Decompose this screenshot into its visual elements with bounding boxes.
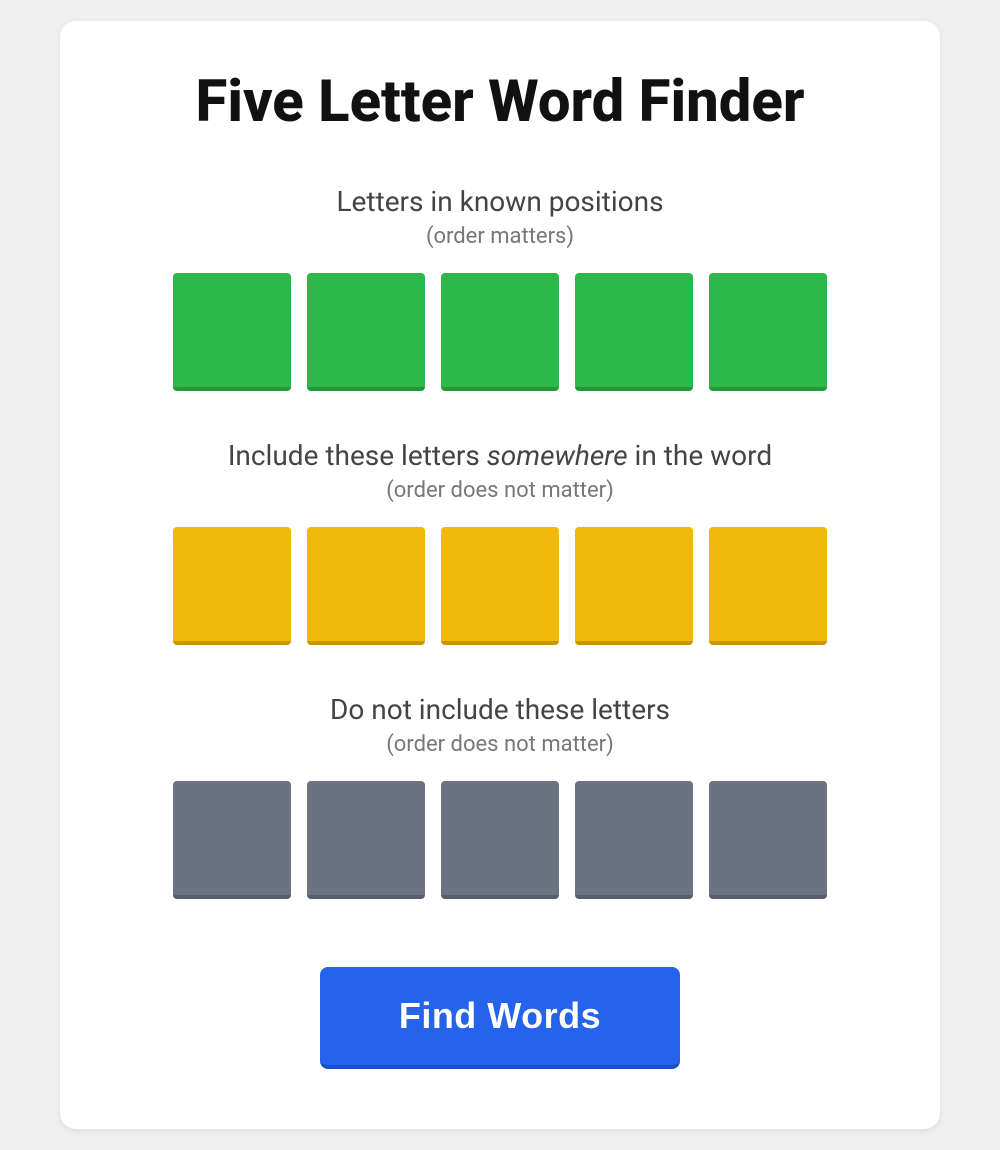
include-title-italic: somewhere (487, 439, 628, 472)
green-input-4[interactable] (575, 273, 693, 387)
gray-tile-1[interactable] (173, 781, 291, 899)
yellow-input-1[interactable] (173, 527, 291, 641)
main-card: Five Letter Word Finder Letters in known… (60, 21, 940, 1129)
gray-input-5[interactable] (709, 781, 827, 895)
green-tile-2[interactable] (307, 273, 425, 391)
known-positions-subtitle: (order matters) (426, 224, 574, 249)
include-title-end: in the word (628, 439, 773, 472)
yellow-tile-1[interactable] (173, 527, 291, 645)
known-positions-section: Letters in known positions (order matter… (120, 185, 880, 391)
green-tile-3[interactable] (441, 273, 559, 391)
gray-input-3[interactable] (441, 781, 559, 895)
yellow-tile-4[interactable] (575, 527, 693, 645)
gray-tile-3[interactable] (441, 781, 559, 899)
green-tile-5[interactable] (709, 273, 827, 391)
page-title: Five Letter Word Finder (196, 71, 805, 135)
include-letters-section: Include these letters somewhere in the w… (120, 439, 880, 645)
yellow-tile-2[interactable] (307, 527, 425, 645)
yellow-input-3[interactable] (441, 527, 559, 641)
green-input-2[interactable] (307, 273, 425, 387)
known-positions-title: Letters in known positions (336, 185, 663, 218)
include-title-plain: Include these letters (228, 439, 487, 472)
yellow-input-4[interactable] (575, 527, 693, 641)
green-input-3[interactable] (441, 273, 559, 387)
green-tile-1[interactable] (173, 273, 291, 391)
include-letters-subtitle: (order does not matter) (386, 478, 614, 503)
gray-input-4[interactable] (575, 781, 693, 895)
include-letters-title: Include these letters somewhere in the w… (228, 439, 772, 472)
exclude-letters-title: Do not include these letters (330, 693, 670, 726)
green-input-5[interactable] (709, 273, 827, 387)
yellow-tile-5[interactable] (709, 527, 827, 645)
yellow-tile-3[interactable] (441, 527, 559, 645)
exclude-letters-subtitle: (order does not matter) (386, 732, 614, 757)
gray-tile-2[interactable] (307, 781, 425, 899)
green-input-1[interactable] (173, 273, 291, 387)
gray-input-2[interactable] (307, 781, 425, 895)
find-words-button[interactable]: Find Words (320, 967, 680, 1069)
gray-tile-5[interactable] (709, 781, 827, 899)
green-tile-4[interactable] (575, 273, 693, 391)
yellow-input-5[interactable] (709, 527, 827, 641)
gray-input-1[interactable] (173, 781, 291, 895)
include-letters-tiles (173, 527, 827, 645)
yellow-input-2[interactable] (307, 527, 425, 641)
gray-tile-4[interactable] (575, 781, 693, 899)
exclude-letters-section: Do not include these letters (order does… (120, 693, 880, 899)
known-positions-tiles (173, 273, 827, 391)
exclude-letters-tiles (173, 781, 827, 899)
